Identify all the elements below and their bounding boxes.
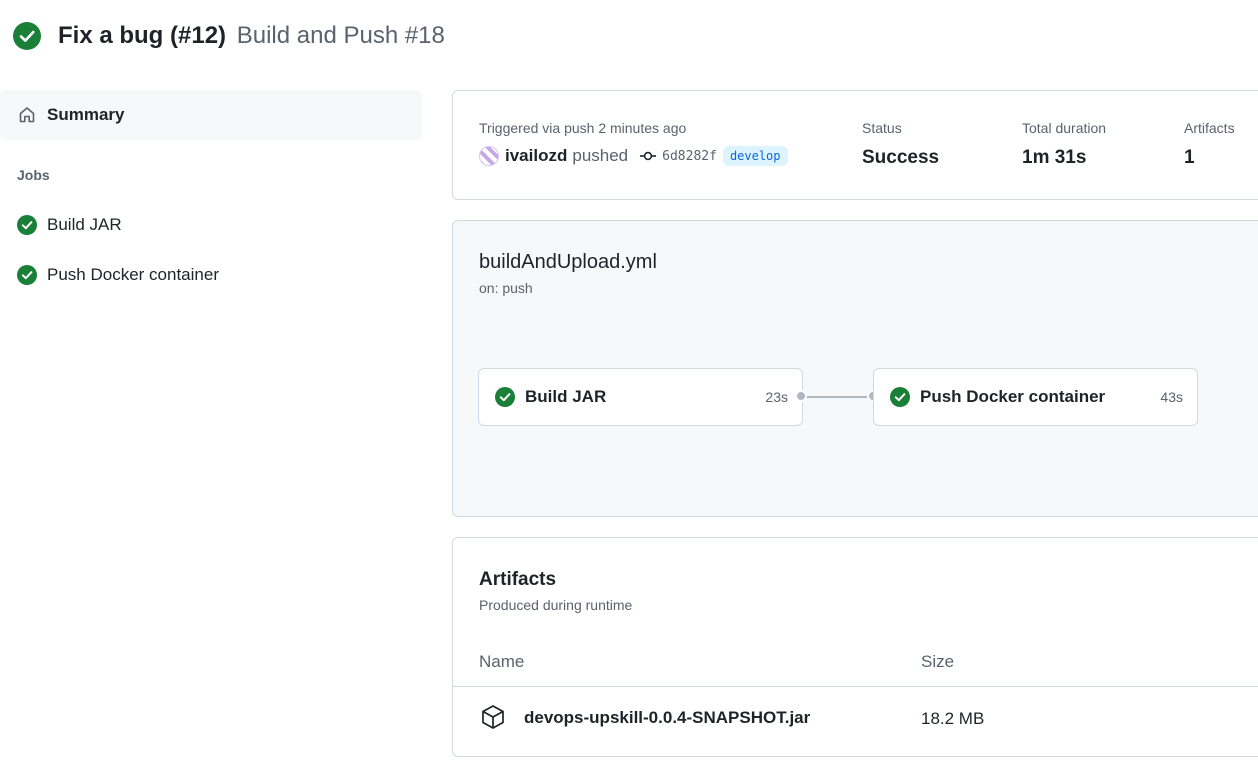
artifact-download-link[interactable]: devops-upskill-0.0.4-SNAPSHOT.jar — [524, 708, 810, 728]
sidebar-job-label: Build JAR — [47, 215, 122, 234]
artifacts-count: 1 — [1184, 147, 1195, 168]
job-duration: 23s — [765, 389, 788, 405]
artifacts-info: Artifacts 1 — [1184, 120, 1235, 169]
job-duration: 43s — [1160, 389, 1183, 405]
table-row: devops-upskill-0.0.4-SNAPSHOT.jar 18.2 M… — [453, 688, 1258, 754]
sidebar-job-build-jar[interactable]: Build JAR — [17, 215, 122, 235]
sidebar: Summary Jobs Build JAR Push Docker conta… — [0, 90, 422, 285]
jobs-heading: Jobs — [17, 167, 50, 183]
workflow-file-name: buildAndUpload.yml — [479, 251, 657, 273]
job-connector-line — [797, 396, 875, 398]
job-node-build-jar[interactable]: Build JAR 23s — [478, 368, 803, 426]
column-header-name: Name — [479, 652, 525, 671]
workflow-graph-card: buildAndUpload.yml on: push Build JAR 23… — [452, 220, 1258, 517]
artifacts-label: Artifacts — [1184, 120, 1235, 136]
git-commit-icon — [640, 151, 657, 161]
check-circle-icon — [890, 387, 910, 407]
page-title: Fix a bug (#12) Build and Push #18 — [58, 21, 445, 51]
avatar[interactable] — [479, 146, 499, 166]
user-link[interactable]: ivailozd — [505, 146, 567, 166]
check-circle-icon — [17, 265, 37, 285]
commit-sha-link[interactable]: 6d8282f — [662, 149, 717, 164]
check-circle-icon — [17, 215, 37, 235]
run-summary-card: Triggered via push 2 minutes ago ivailoz… — [452, 90, 1258, 200]
status-label: Status — [862, 120, 902, 136]
sidebar-item-label: Summary — [47, 105, 125, 124]
branch-badge[interactable]: develop — [722, 146, 788, 166]
trigger-text: Triggered via push 2 minutes ago — [479, 120, 687, 136]
sidebar-job-label: Push Docker container — [47, 265, 219, 284]
action-text: pushed — [572, 146, 629, 165]
sidebar-item-summary[interactable]: Summary — [0, 90, 422, 140]
job-name: Push Docker container — [920, 387, 1106, 406]
check-circle-icon — [495, 387, 515, 407]
run-title: Fix a bug (#12) — [58, 22, 227, 49]
check-circle-icon — [13, 22, 41, 50]
artifact-size: 18.2 MB — [921, 709, 985, 728]
column-header-size: Size — [921, 652, 955, 671]
page-header: Fix a bug (#12) Build and Push #18 — [13, 21, 445, 51]
home-icon — [19, 107, 35, 123]
package-icon — [482, 705, 504, 729]
artifacts-card: Artifacts Produced during runtime Name S… — [452, 537, 1258, 757]
workflow-trigger: on: push — [479, 280, 533, 296]
duration-info: Total duration 1m 31s — [1022, 120, 1106, 169]
status-info: Status Success — [862, 120, 939, 169]
workflow-run-name[interactable]: Build and Push #18 — [237, 22, 445, 49]
artifacts-subtitle: Produced during runtime — [479, 597, 633, 613]
job-name: Build JAR — [525, 387, 607, 406]
push-details: ivailozd pushed 6d8282f develop — [479, 146, 788, 166]
artifacts-table-header: Name Size — [453, 641, 1258, 687]
job-node-push-docker[interactable]: Push Docker container 43s — [873, 368, 1198, 426]
duration-label: Total duration — [1022, 120, 1107, 136]
connector-dot-start — [795, 390, 807, 402]
artifacts-title: Artifacts — [479, 569, 557, 590]
status-value: Success — [862, 147, 940, 168]
trigger-info: Triggered via push 2 minutes ago ivailoz… — [479, 120, 788, 166]
duration-value: 1m 31s — [1022, 147, 1087, 168]
sidebar-job-push-docker[interactable]: Push Docker container — [17, 265, 219, 285]
